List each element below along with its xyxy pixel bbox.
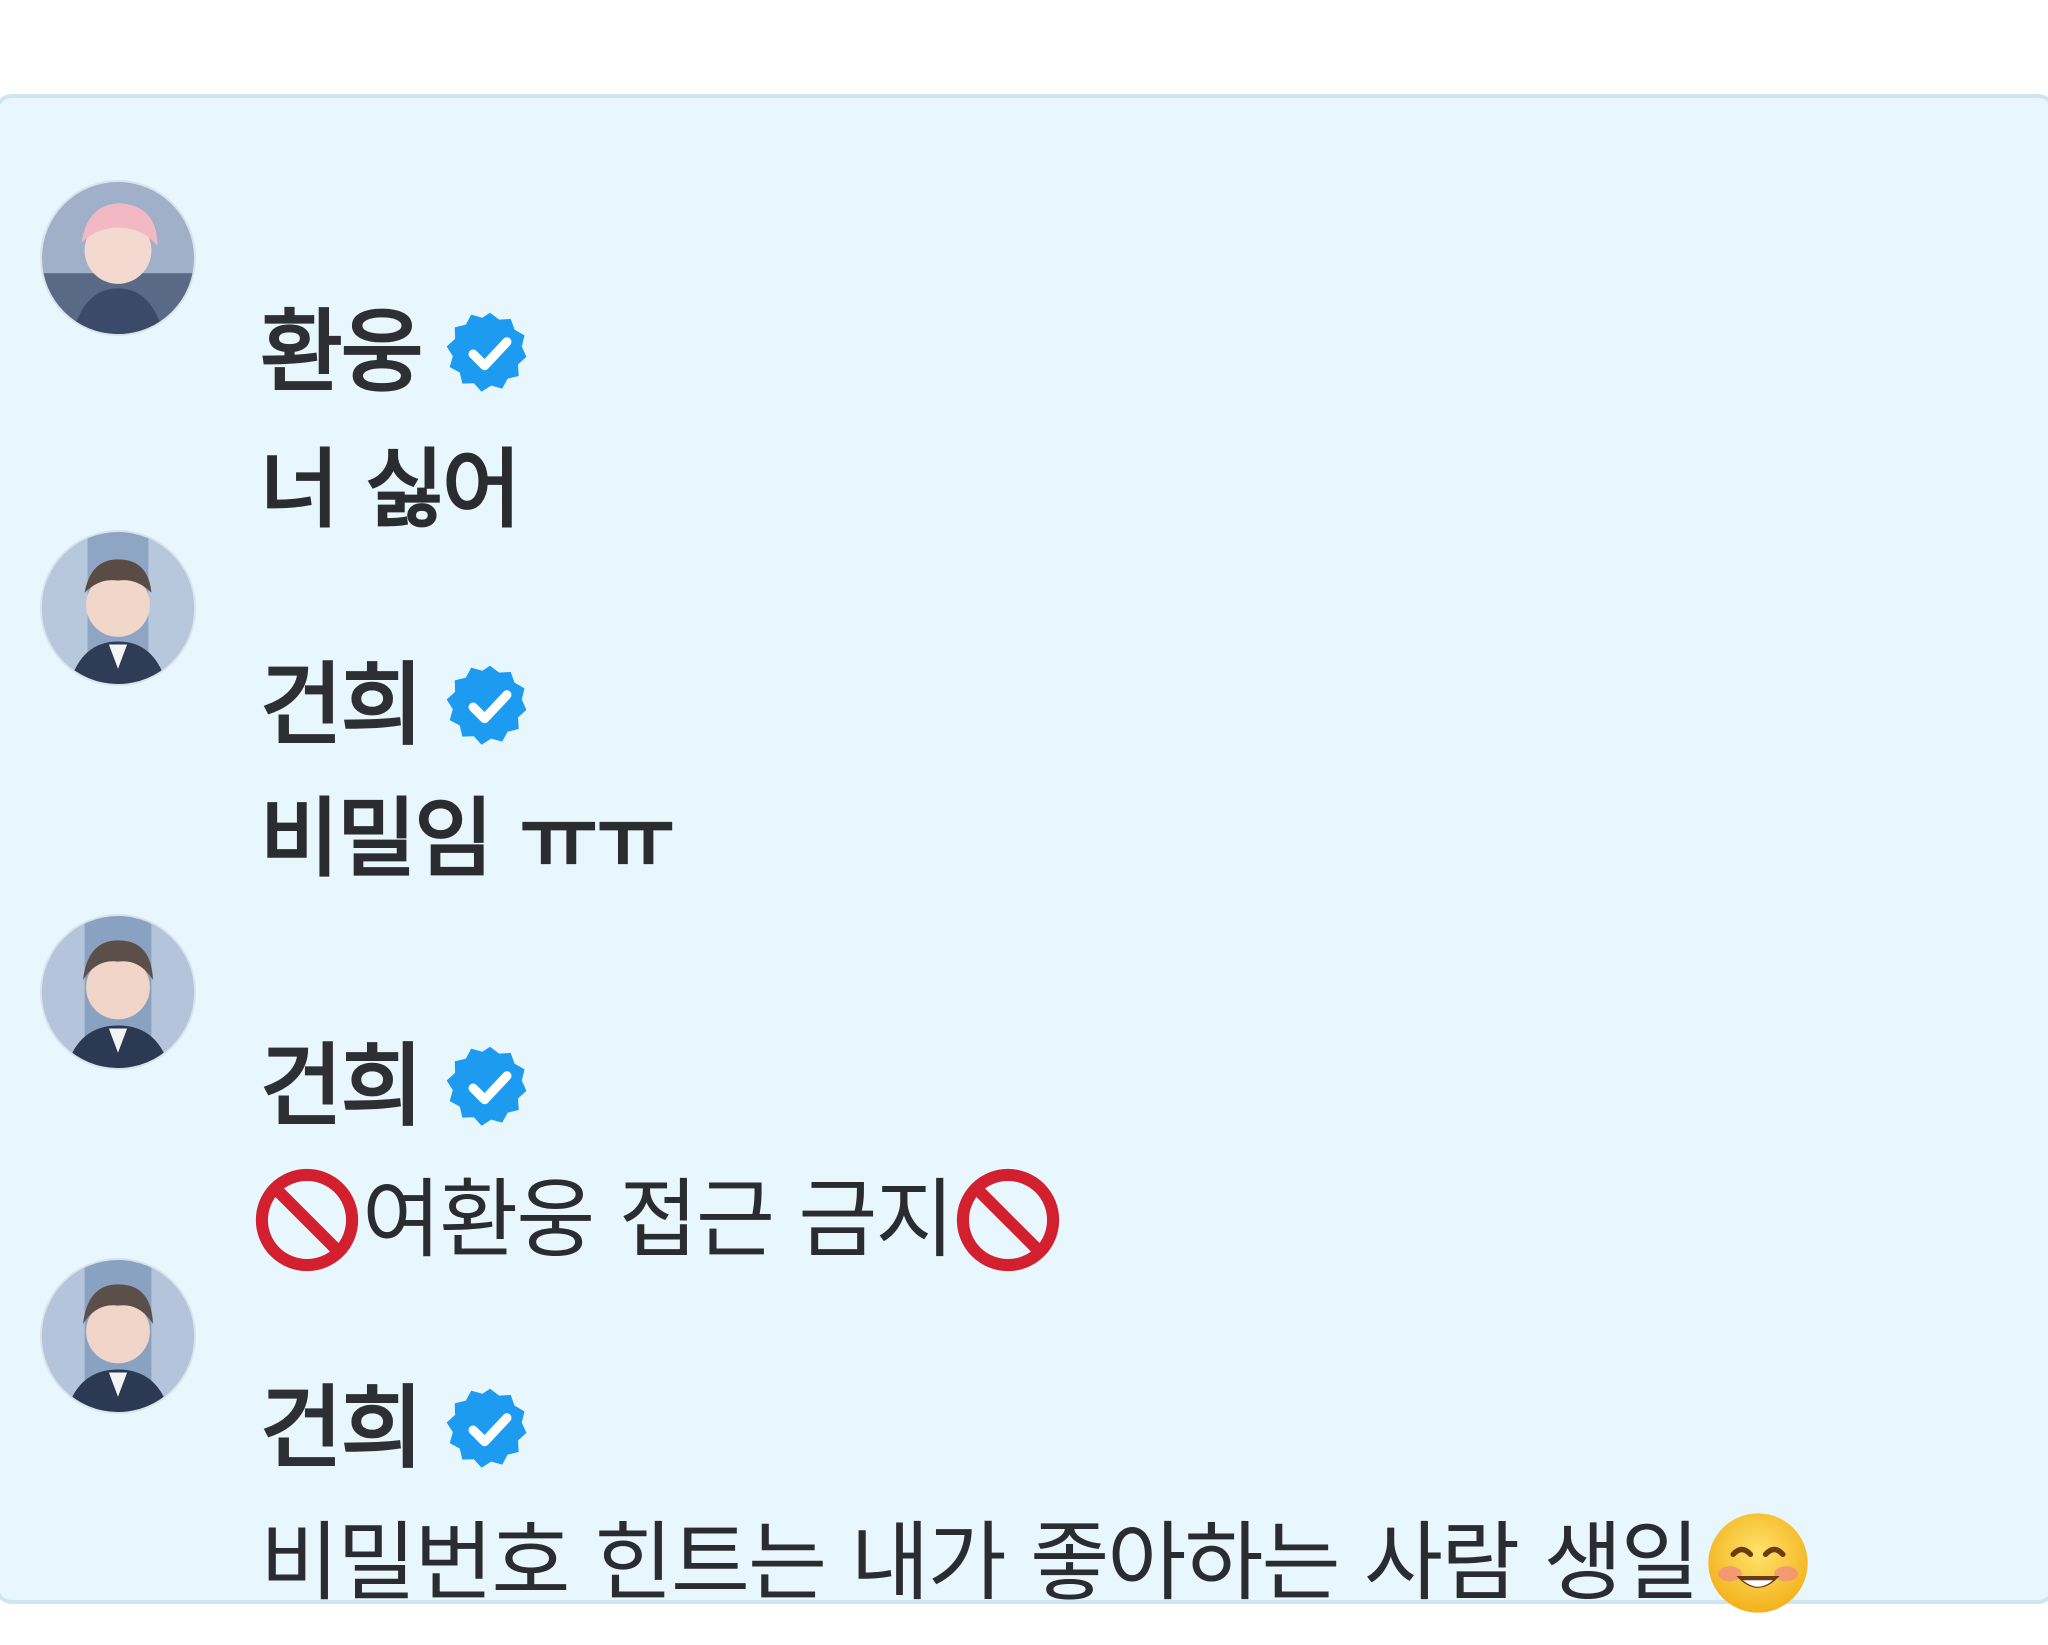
author-name[interactable]: 건희 bbox=[260, 1374, 424, 1484]
smiling-face-emoji-icon bbox=[1704, 1509, 1812, 1617]
comment-header: 건희 bbox=[260, 651, 536, 761]
prohibited-emoji-icon bbox=[252, 1165, 362, 1275]
comment-panel: 환웅 너 싫어 건희 비밀임 ㅠㅠ 건희 여환웅 접근 금지 건희 비밀번호 힌… bbox=[0, 94, 2048, 1613]
page: 환웅 너 싫어 건희 비밀임 ㅠㅠ 건희 여환웅 접근 금지 건희 비밀번호 힌… bbox=[0, 0, 2048, 1645]
verified-badge-icon bbox=[444, 307, 536, 399]
avatar-photo-icon bbox=[42, 182, 194, 334]
comment-header: 환웅 bbox=[260, 298, 536, 408]
comment-text: 여환웅 접근 금지 bbox=[362, 1170, 955, 1270]
avatar-photo-icon bbox=[42, 916, 194, 1068]
verified-badge-icon bbox=[444, 1383, 536, 1475]
comment-text: 비밀번호 힌트는 내가 좋아하는 사람 생일 bbox=[260, 1513, 1700, 1613]
avatar-photo-icon bbox=[42, 532, 194, 684]
author-name[interactable]: 환웅 bbox=[260, 298, 424, 408]
comment-header: 건희 bbox=[260, 1374, 536, 1484]
comment-text: 너 싫어 bbox=[260, 440, 521, 540]
comment-body: 여환웅 접근 금지 bbox=[252, 1160, 1063, 1280]
avatar[interactable] bbox=[40, 914, 196, 1070]
verified-badge-icon bbox=[444, 1041, 536, 1133]
comment-body: 너 싫어 bbox=[260, 430, 521, 550]
comment-body: 비밀임 ㅠㅠ bbox=[260, 779, 676, 899]
avatar[interactable] bbox=[40, 1258, 196, 1414]
avatar[interactable] bbox=[40, 180, 196, 336]
comment-body: 비밀번호 힌트는 내가 좋아하는 사람 생일 bbox=[260, 1503, 1812, 1623]
verified-badge-icon bbox=[444, 660, 536, 752]
author-name[interactable]: 건희 bbox=[260, 651, 424, 761]
author-name[interactable]: 건희 bbox=[260, 1032, 424, 1142]
comment-header: 건희 bbox=[260, 1032, 536, 1142]
comment-text: 비밀임 ㅠㅠ bbox=[260, 789, 676, 889]
avatar[interactable] bbox=[40, 530, 196, 686]
avatar-photo-icon bbox=[42, 1260, 194, 1412]
prohibited-emoji-icon bbox=[953, 1165, 1063, 1275]
